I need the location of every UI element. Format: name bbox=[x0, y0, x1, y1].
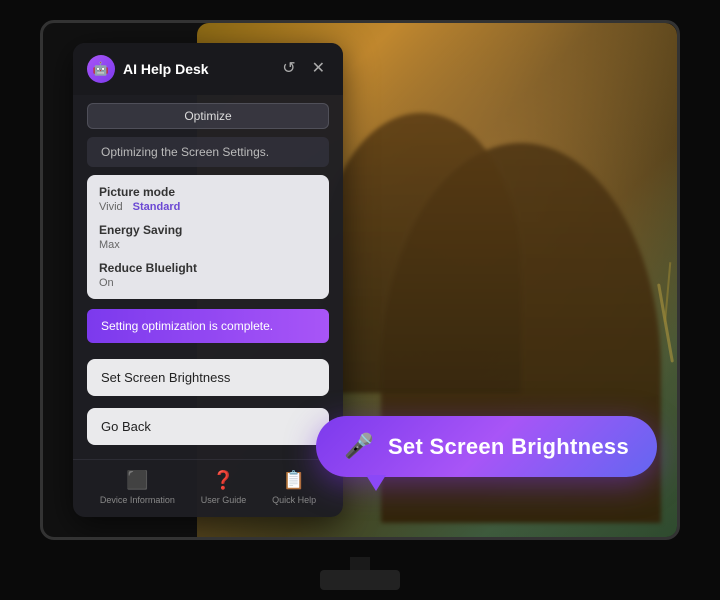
picture-mode-item: Picture mode Vivid Standard bbox=[99, 185, 317, 213]
voice-command-bubble: 🎤 Set Screen Brightness bbox=[316, 416, 657, 477]
bluelight-item: Reduce Bluelight On bbox=[99, 261, 317, 289]
energy-saving-label: Energy Saving bbox=[99, 223, 317, 237]
device-info-label: Device Information bbox=[100, 495, 175, 505]
picture-mode-vivid: Vivid bbox=[99, 201, 123, 213]
microphone-icon: 🎤 bbox=[344, 432, 374, 461]
bluelight-value: On bbox=[99, 277, 114, 289]
completion-bar: Setting optimization is complete. bbox=[87, 309, 329, 343]
tv-frame: 🤖 AI Help Desk ↺ ✕ Optimize Optimizing t… bbox=[40, 20, 680, 540]
completion-text: Setting optimization is complete. bbox=[101, 319, 273, 333]
optimize-button[interactable]: Optimize bbox=[87, 103, 329, 129]
set-brightness-button[interactable]: Set Screen Brightness bbox=[87, 359, 329, 396]
user-guide-icon: ❓ bbox=[212, 470, 234, 491]
settings-card: Picture mode Vivid Standard Energy Savin… bbox=[87, 175, 329, 299]
close-button[interactable]: ✕ bbox=[308, 59, 329, 79]
tv-stand bbox=[320, 570, 400, 590]
refresh-button[interactable]: ↺ bbox=[278, 59, 299, 79]
device-info-icon: ⬛ bbox=[126, 470, 148, 491]
panel-footer: ⬛ Device Information ❓ User Guide 📋 Quic… bbox=[73, 459, 343, 517]
energy-saving-values: Max bbox=[99, 239, 317, 251]
quick-help-icon: 📋 bbox=[283, 470, 305, 491]
status-text: Optimizing the Screen Settings. bbox=[101, 145, 269, 159]
go-back-button[interactable]: Go Back bbox=[87, 408, 329, 445]
picture-mode-label: Picture mode bbox=[99, 185, 317, 199]
quick-help-label: Quick Help bbox=[272, 495, 316, 505]
energy-saving-item: Energy Saving Max bbox=[99, 223, 317, 251]
user-guide-item[interactable]: ❓ User Guide bbox=[201, 470, 247, 505]
bluelight-label: Reduce Bluelight bbox=[99, 261, 317, 275]
picture-mode-standard: Standard bbox=[133, 201, 181, 213]
help-desk-panel: 🤖 AI Help Desk ↺ ✕ Optimize Optimizing t… bbox=[73, 43, 343, 517]
voice-command-text: Set Screen Brightness bbox=[388, 434, 629, 460]
picture-mode-values: Vivid Standard bbox=[99, 201, 317, 213]
ai-icon: 🤖 bbox=[87, 55, 115, 83]
quick-help-item[interactable]: 📋 Quick Help bbox=[272, 470, 316, 505]
panel-title: AI Help Desk bbox=[123, 61, 209, 77]
energy-saving-value: Max bbox=[99, 239, 120, 251]
panel-controls: ↺ ✕ bbox=[278, 59, 329, 79]
bluelight-values: On bbox=[99, 277, 317, 289]
user-guide-label: User Guide bbox=[201, 495, 247, 505]
panel-header: 🤖 AI Help Desk ↺ ✕ bbox=[73, 43, 343, 95]
panel-header-left: 🤖 AI Help Desk bbox=[87, 55, 209, 83]
status-bar: Optimizing the Screen Settings. bbox=[87, 137, 329, 167]
device-info-item[interactable]: ⬛ Device Information bbox=[100, 470, 175, 505]
